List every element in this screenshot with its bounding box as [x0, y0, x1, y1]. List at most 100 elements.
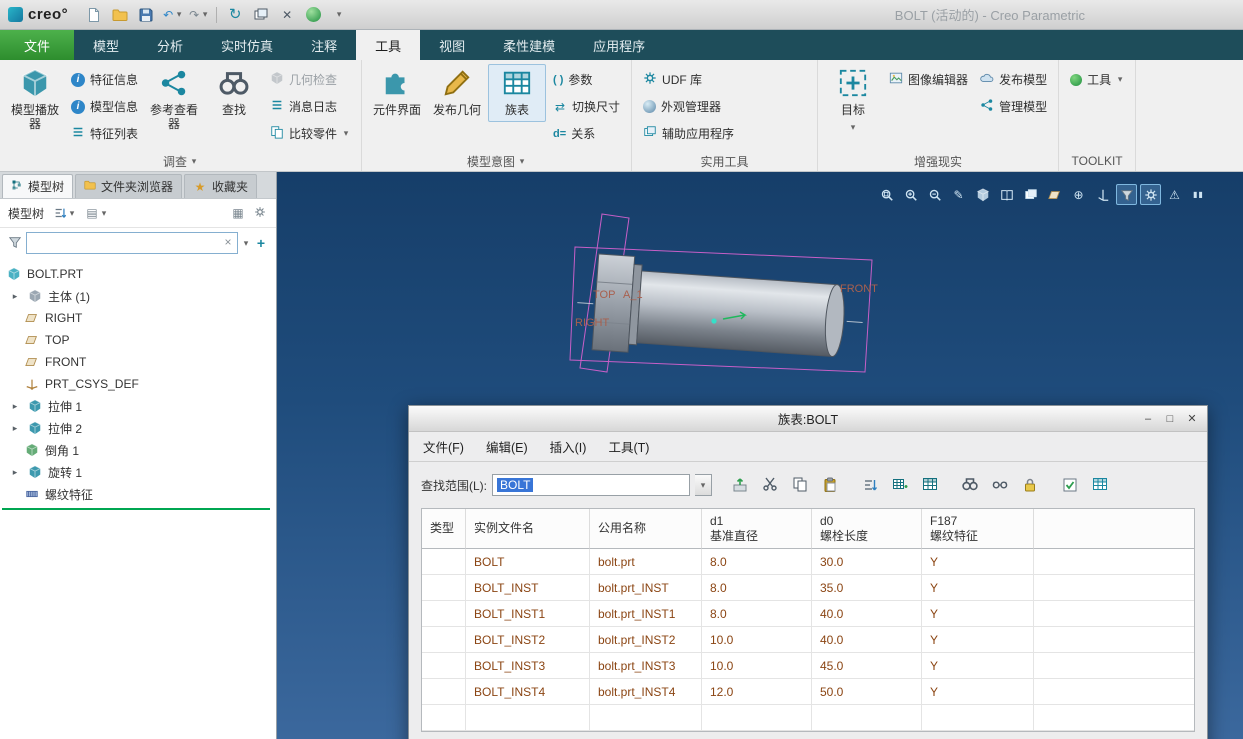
target-button[interactable]: 目标	[824, 64, 882, 139]
redo-dropdown-icon[interactable]	[201, 8, 209, 22]
realtime-capture-button[interactable]	[1140, 184, 1161, 205]
spin-center-button[interactable]	[1092, 184, 1113, 205]
cell-common-name[interactable]: bolt.prt_INST4	[590, 679, 702, 705]
graphics-area[interactable]: TOP A_1 RIGHT FRONT 族表:BOLT 文件(F) 编辑(E) …	[277, 172, 1243, 739]
bolt-head[interactable]	[592, 254, 635, 352]
regenerate-button[interactable]	[223, 4, 247, 26]
tree-settings-button[interactable]	[252, 204, 268, 223]
reference-viewer-button[interactable]: 参考查看器	[145, 64, 203, 136]
cell-type[interactable]	[422, 549, 466, 575]
tab-flexible-modeling[interactable]: 柔性建模	[484, 30, 574, 60]
insert-column-button[interactable]	[917, 473, 942, 497]
expand-icon[interactable]	[8, 465, 22, 479]
close-window-button[interactable]	[275, 4, 299, 26]
tab-model-tree[interactable]: 模型树	[2, 174, 73, 198]
tree-item-datum-top[interactable]: TOP	[0, 329, 276, 351]
cell-type[interactable]	[422, 601, 466, 627]
cell-instance[interactable]: BOLT_INST	[466, 575, 590, 601]
group-label-model-intent[interactable]: 模型意图	[364, 151, 629, 171]
expand-icon[interactable]	[8, 399, 22, 413]
cell-f187[interactable]: Y	[922, 575, 1034, 601]
cell-type[interactable]	[422, 627, 466, 653]
clear-search-icon[interactable]	[221, 235, 235, 249]
find-button[interactable]: 查找	[205, 64, 263, 122]
tree-filters-button[interactable]	[51, 204, 78, 222]
tab-analysis[interactable]: 分析	[138, 30, 202, 60]
bolt-solid[interactable]	[574, 253, 870, 369]
look-in-dropdown-button[interactable]	[695, 474, 712, 496]
column-header-d0[interactable]: d0螺栓长度	[812, 509, 922, 549]
dialog-maximize-button[interactable]	[1160, 410, 1180, 428]
warning-button[interactable]	[1164, 184, 1185, 205]
verify-button[interactable]	[1057, 473, 1082, 497]
cell-d1[interactable]: 10.0	[702, 627, 812, 653]
dialog-close-button[interactable]	[1182, 410, 1202, 428]
insert-row-button[interactable]	[887, 473, 912, 497]
cell-f187[interactable]: Y	[922, 627, 1034, 653]
zoom-in-button[interactable]	[900, 184, 921, 205]
compare-parts-button[interactable]: 比较零件	[265, 121, 355, 146]
menu-insert[interactable]: 插入(I)	[550, 437, 587, 456]
auxiliary-applications-button[interactable]: 辅助应用程序	[638, 121, 739, 146]
dialog-minimize-button[interactable]	[1138, 410, 1158, 428]
tab-view[interactable]: 视图	[420, 30, 484, 60]
tab-model[interactable]: 模型	[74, 30, 138, 60]
tab-favorites[interactable]: 收藏夹	[184, 174, 257, 198]
cell-common-name[interactable]: bolt.prt_INST3	[590, 653, 702, 679]
tree-item-extrude-2[interactable]: 拉伸 2	[0, 417, 276, 439]
dialog-title-bar[interactable]: 族表:BOLT	[409, 406, 1207, 432]
cell-d1[interactable]: 8.0	[702, 575, 812, 601]
appearance-manager-button[interactable]: 外观管理器	[638, 94, 739, 119]
window-switch-button[interactable]	[249, 4, 273, 26]
look-in-combobox[interactable]: BOLT	[492, 474, 690, 496]
find-instance-button[interactable]	[957, 473, 982, 497]
column-header-instance[interactable]: 实例文件名	[466, 509, 590, 549]
expand-icon[interactable]	[8, 421, 22, 435]
cell-d0[interactable]: 50.0	[812, 679, 922, 705]
column-header-type[interactable]: 类型	[422, 509, 466, 549]
repaint-button[interactable]	[948, 184, 969, 205]
model-player-button[interactable]: 模型播放器	[6, 64, 64, 136]
cell-d0[interactable]: 40.0	[812, 601, 922, 627]
feature-info-button[interactable]: 特征信息	[66, 67, 143, 92]
tree-search-input[interactable]	[26, 232, 238, 254]
insert-here-indicator[interactable]	[2, 508, 270, 510]
display-style-button[interactable]	[972, 184, 993, 205]
sort-rows-button[interactable]	[857, 473, 882, 497]
annotation-display-button[interactable]	[1068, 184, 1089, 205]
tab-file[interactable]: 文件	[0, 30, 74, 60]
switch-dimensions-button[interactable]: 切换尺寸	[548, 94, 625, 119]
undo-button[interactable]	[160, 4, 184, 26]
table-row[interactable]: BOLT_INST1 bolt.prt_INST1 8.0 40.0 Y	[422, 601, 1194, 627]
dropdown-icon[interactable]	[849, 121, 857, 135]
copy-button[interactable]	[787, 473, 812, 497]
view-manager-button[interactable]	[1020, 184, 1041, 205]
toolkit-tools-button[interactable]: 工具	[1065, 67, 1129, 92]
undo-dropdown-icon[interactable]	[175, 8, 183, 22]
expand-icon[interactable]	[8, 289, 22, 303]
cell-instance[interactable]: BOLT_INST1	[466, 601, 590, 627]
table-row[interactable]: BOLT_INST4 bolt.prt_INST4 12.0 50.0 Y	[422, 679, 1194, 705]
tab-tools[interactable]: 工具	[356, 30, 420, 60]
cell-d1[interactable]: 10.0	[702, 653, 812, 679]
publish-model-button[interactable]: 发布模型	[975, 67, 1052, 92]
cell-instance[interactable]: BOLT	[466, 549, 590, 575]
column-header-common-name[interactable]: 公用名称	[590, 509, 702, 549]
dropdown-icon[interactable]	[1116, 73, 1124, 87]
tree-item-chamfer-1[interactable]: 倒角 1	[0, 439, 276, 461]
cell-d0[interactable]: 35.0	[812, 575, 922, 601]
column-header-f187[interactable]: F187螺纹特征	[922, 509, 1034, 549]
paste-button[interactable]	[817, 473, 842, 497]
tab-folder-browser[interactable]: 文件夹浏览器	[75, 174, 182, 198]
cell-d1[interactable]: 12.0	[702, 679, 812, 705]
open-button[interactable]	[108, 4, 132, 26]
preview-button[interactable]	[987, 473, 1012, 497]
cell-instance[interactable]: BOLT_INST4	[466, 679, 590, 705]
refit-button[interactable]	[876, 184, 897, 205]
tree-item-datum-right[interactable]: RIGHT	[0, 307, 276, 329]
manage-models-button[interactable]: 管理模型	[975, 94, 1052, 119]
cell-type[interactable]	[422, 653, 466, 679]
cell-instance[interactable]: BOLT_INST2	[466, 627, 590, 653]
tab-live-simulation[interactable]: 实时仿真	[202, 30, 292, 60]
feature-list-button[interactable]: 特征列表	[66, 121, 143, 146]
